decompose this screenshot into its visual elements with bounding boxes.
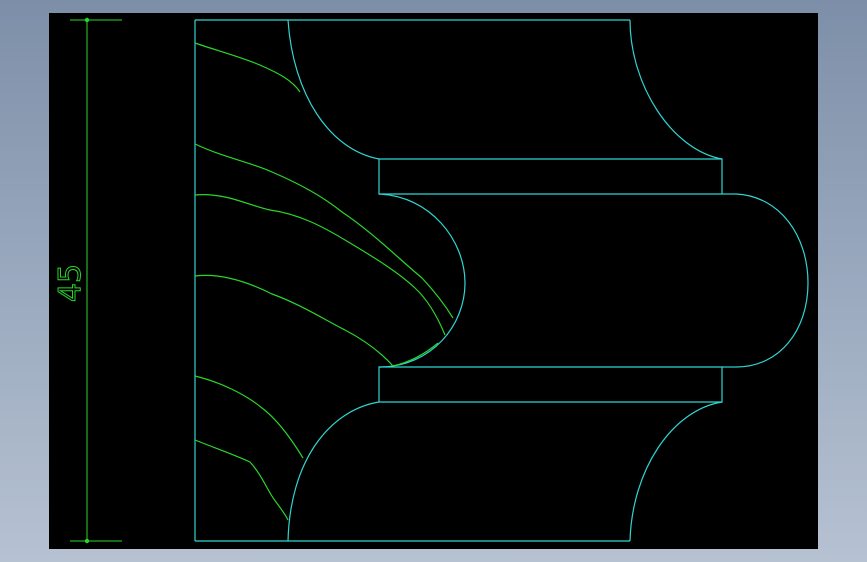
carving-curve-2 (194, 143, 454, 319)
upper-left-concave-arc (287, 19, 380, 160)
profile-outline (194, 19, 809, 542)
dimension-value-text: 45 (53, 264, 88, 302)
lower-left-concave-arc (287, 401, 380, 542)
dimension-arrow-bottom (84, 538, 90, 544)
carving-curve-5 (392, 342, 439, 367)
carving-curve-7 (194, 439, 289, 521)
convex-bead-left (378, 193, 466, 368)
carving-curve-4 (194, 274, 394, 367)
upper-fillet-band (378, 158, 723, 195)
carving-curve-1 (194, 42, 301, 93)
carving-detail-curves (194, 42, 454, 521)
dimension-arrow-top (84, 17, 90, 23)
lower-right-concave-arc (629, 401, 723, 542)
cad-drawing-canvas[interactable]: 45 (49, 13, 818, 549)
lower-fillet-band (378, 366, 723, 403)
convex-bead-right (735, 193, 809, 368)
cad-viewport[interactable]: 45 (49, 13, 818, 549)
dimension-annotation: 45 (53, 17, 122, 544)
upper-right-concave-arc (629, 19, 723, 160)
